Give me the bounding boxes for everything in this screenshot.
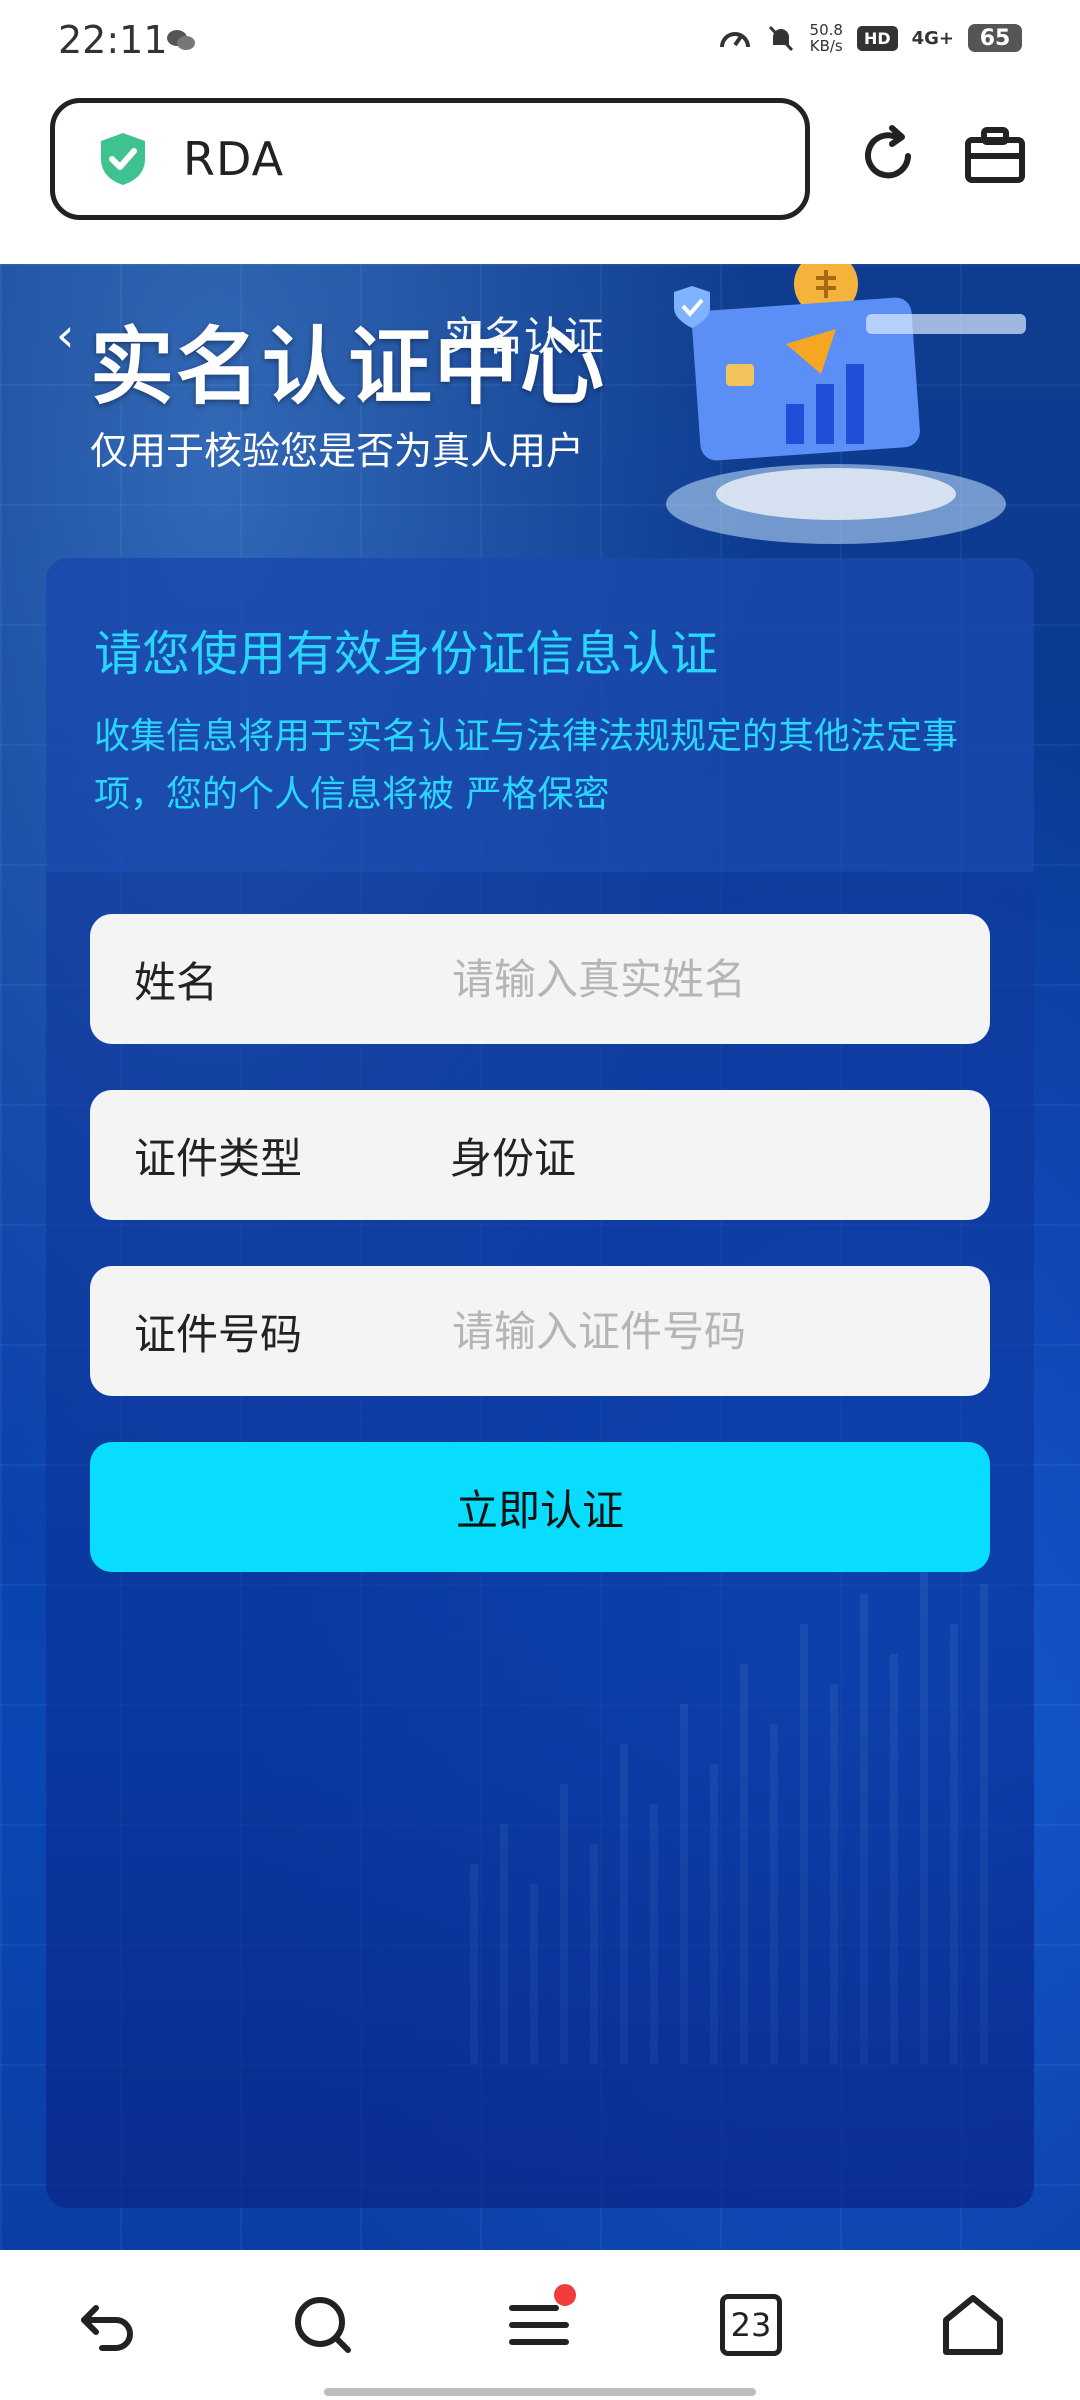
network-speed-value: 50.8 — [809, 21, 843, 39]
reload-icon[interactable] — [856, 124, 920, 188]
url-bar[interactable]: RDA — [50, 98, 810, 220]
speedometer-icon — [719, 32, 750, 48]
verify-now-button[interactable]: 立即认证 — [90, 1442, 990, 1572]
id-type-value[interactable]: 身份证 — [450, 1125, 576, 1186]
status-time: 22:11 — [58, 18, 168, 62]
back-arrow-icon[interactable] — [72, 2290, 142, 2360]
panel-title: 请您使用有效身份证信息认证 — [94, 626, 719, 682]
id-type-field[interactable]: 证件类型 身份证 — [90, 1090, 990, 1220]
signal-badge: 4G+ — [911, 27, 954, 49]
toolbox-icon[interactable] — [964, 126, 1026, 184]
mute-bell-icon — [768, 25, 793, 52]
url-text: RDA — [183, 132, 285, 186]
panel-header: 请您使用有效身份证信息认证 收集信息将用于实名认证与法律法规规定的其他法定事项，… — [46, 558, 1034, 872]
battery-indicator: 65 — [968, 24, 1022, 52]
name-input[interactable] — [450, 953, 990, 1005]
browser-bottom-nav: 23 — [0, 2250, 1080, 2400]
tabs-button[interactable]: 23 — [720, 2294, 782, 2356]
hd-badge: HD — [856, 25, 898, 51]
verification-panel: 请您使用有效身份证信息认证 收集信息将用于实名认证与法律法规规定的其他法定事项，… — [46, 558, 1034, 2208]
id-type-label: 证件类型 — [134, 1133, 303, 1183]
search-icon[interactable] — [288, 2290, 358, 2360]
nav-title: 实名认证 — [444, 314, 604, 360]
home-indicator[interactable] — [324, 2388, 756, 2396]
panel-description: 收集信息将用于实名认证与法律法规规定的其他法定事项，您的个人信息将被 严格保密 — [94, 716, 959, 815]
name-label: 姓名 — [134, 957, 219, 1007]
network-speed: 50.8 KB/s — [810, 22, 843, 54]
hero-subtitle: 仅用于核验您是否为真人用户 — [90, 429, 585, 473]
network-speed-unit: KB/s — [809, 37, 843, 55]
id-number-label: 证件号码 — [134, 1309, 303, 1359]
menu-notification-dot — [554, 2284, 576, 2306]
status-bar: 22:11 50.8 KB/s HD 4G+ 65 — [0, 0, 1080, 80]
home-icon[interactable] — [938, 2290, 1008, 2360]
browser-toolbar: RDA — [0, 80, 1080, 264]
id-number-field[interactable]: 证件号码 — [90, 1266, 990, 1396]
back-chevron-icon[interactable]: ‹ — [56, 308, 74, 362]
id-card-illustration — [666, 264, 1026, 544]
shield-check-icon — [101, 133, 145, 185]
name-field[interactable]: 姓名 — [90, 914, 990, 1044]
status-icons: 50.8 KB/s HD 4G+ 65 — [718, 22, 1022, 54]
wechat-notification-icon — [167, 30, 195, 50]
page-content: ‹ 实名认证中心 实名认证 仅用于核验您是否为真人用户 请您使用有效身份证信息认… — [0, 264, 1080, 2264]
id-number-input[interactable] — [450, 1305, 990, 1357]
